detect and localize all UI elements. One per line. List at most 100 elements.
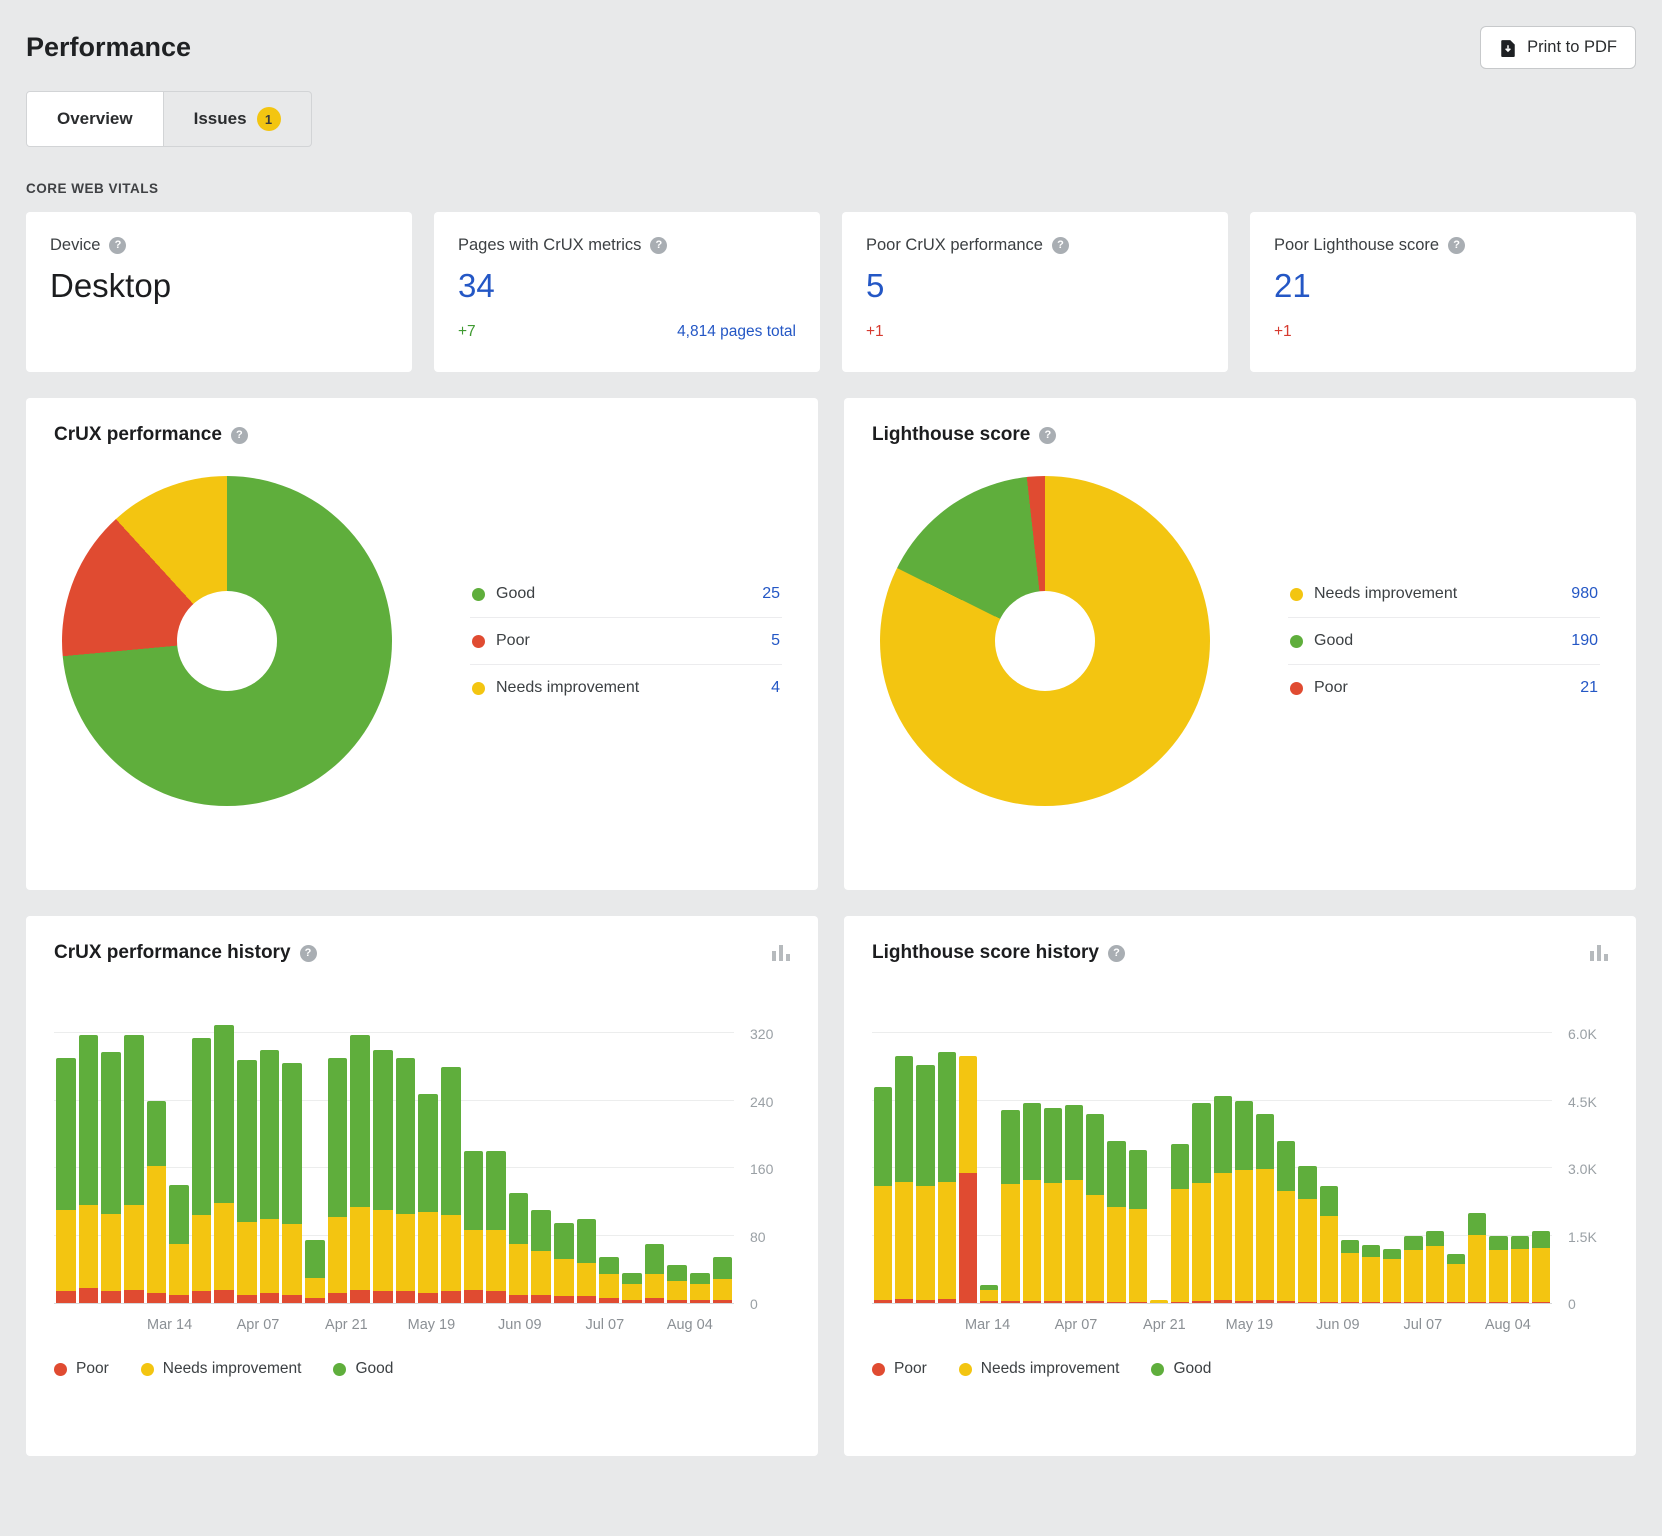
poor-crux-value: 5	[866, 267, 1204, 305]
x-axis-label: Jun 09	[1316, 1317, 1360, 1333]
legend-row-poor[interactable]: Poor 5	[470, 617, 782, 664]
bar-segment-poor	[305, 1298, 325, 1303]
poor-dot-icon	[472, 635, 485, 648]
help-icon[interactable]	[650, 237, 667, 254]
stacked-bar	[1277, 1141, 1295, 1303]
legend-item-poor[interactable]: Poor	[872, 1360, 927, 1378]
stacked-bar	[373, 1050, 393, 1303]
good-dot-icon	[333, 1363, 346, 1376]
y-axis-label: 6.0K	[1568, 1026, 1597, 1042]
legend-value[interactable]: 4	[771, 679, 780, 697]
help-icon[interactable]	[231, 427, 248, 444]
bar-segment-good	[916, 1065, 934, 1187]
x-axis-label: Mar 14	[147, 1317, 192, 1333]
bar-segment-poor	[1171, 1302, 1189, 1303]
legend-value[interactable]: 980	[1571, 585, 1598, 603]
bar-segment-good	[1086, 1114, 1104, 1195]
bar-chart-icon[interactable]	[772, 945, 790, 961]
tab-bar: Overview Issues 1	[26, 91, 312, 147]
pages-total-link[interactable]: 4,814 pages total	[677, 323, 796, 341]
panel-title: CrUX performance history	[54, 942, 291, 964]
legend-row-poor[interactable]: Poor 21	[1288, 664, 1600, 711]
legend-item-good[interactable]: Good	[333, 1360, 393, 1378]
y-axis-label: 4.5K	[1568, 1094, 1597, 1110]
bar-segment-poor	[237, 1295, 257, 1303]
poor-dot-icon	[1290, 682, 1303, 695]
bar-segment-needs_improvement	[874, 1186, 892, 1300]
bar-segment-needs_improvement	[1023, 1180, 1041, 1302]
bar-segment-poor	[1235, 1301, 1253, 1303]
bar-segment-good	[554, 1223, 574, 1259]
stacked-bar	[916, 1065, 934, 1303]
stacked-bar	[1044, 1108, 1062, 1303]
help-icon[interactable]	[1039, 427, 1056, 444]
crux-history-legend: Poor Needs improvement Good	[54, 1360, 790, 1378]
stacked-bar	[895, 1056, 913, 1303]
legend-row-needs-improvement[interactable]: Needs improvement 980	[1288, 571, 1600, 617]
legend-item-good[interactable]: Good	[1151, 1360, 1211, 1378]
bar-segment-poor	[509, 1295, 529, 1303]
stacked-bar	[441, 1067, 461, 1303]
stat-card-label: Pages with CrUX metrics	[458, 236, 641, 255]
stacked-bar	[1468, 1213, 1486, 1303]
legend-label: Good	[496, 585, 535, 603]
bar-segment-needs_improvement	[56, 1210, 76, 1291]
legend-item-poor[interactable]: Poor	[54, 1360, 109, 1378]
y-axis-label: 3.0K	[1568, 1161, 1597, 1177]
bar-segment-good	[690, 1273, 710, 1284]
bar-segment-good	[396, 1058, 416, 1213]
help-icon[interactable]	[1052, 237, 1069, 254]
good-dot-icon	[1151, 1363, 1164, 1376]
poor-lighthouse-value: 21	[1274, 267, 1612, 305]
bar-segment-good	[1383, 1249, 1401, 1259]
crux-donut-legend: Good 25 Poor 5 Needs improvement 4	[470, 571, 782, 711]
legend-value[interactable]: 5	[771, 632, 780, 650]
history-panels-row: CrUX performance history Mar 14 Apr 07 Apr…	[26, 916, 1636, 1456]
bar-segment-poor	[1404, 1302, 1422, 1303]
bar-segment-good	[1192, 1103, 1210, 1183]
bar-segment-poor	[1532, 1302, 1550, 1303]
stacked-bar	[1214, 1096, 1232, 1303]
tab-overview[interactable]: Overview	[27, 92, 163, 146]
print-to-pdf-button[interactable]: Print to PDF	[1480, 26, 1636, 69]
legend-row-needs-improvement[interactable]: Needs improvement 4	[470, 664, 782, 711]
legend-value[interactable]: 190	[1571, 632, 1598, 650]
legend-row-good[interactable]: Good 190	[1288, 617, 1600, 664]
help-icon[interactable]	[1448, 237, 1465, 254]
poor-dot-icon	[54, 1363, 67, 1376]
bar-segment-poor	[1214, 1300, 1232, 1303]
legend-item-needs-improvement[interactable]: Needs improvement	[959, 1360, 1120, 1378]
bar-segment-good	[1171, 1144, 1189, 1189]
stacked-bar	[1001, 1110, 1019, 1303]
bar-segment-good	[418, 1094, 438, 1212]
legend-row-good[interactable]: Good 25	[470, 571, 782, 617]
bar-segment-poor	[464, 1290, 484, 1304]
legend-item-needs-improvement[interactable]: Needs improvement	[141, 1360, 302, 1378]
stacked-bar	[1341, 1240, 1359, 1303]
bar-segment-needs_improvement	[916, 1186, 934, 1300]
bar-segment-poor	[1065, 1301, 1083, 1303]
help-icon[interactable]	[109, 237, 126, 254]
bar-chart-icon[interactable]	[1590, 945, 1608, 961]
bar-segment-needs_improvement	[1256, 1169, 1274, 1300]
stacked-bar	[1511, 1236, 1529, 1303]
help-icon[interactable]	[300, 945, 317, 962]
lighthouse-donut-legend: Needs improvement 980 Good 190 Poor 21	[1288, 571, 1600, 711]
bar-segment-good	[577, 1219, 597, 1263]
legend-value[interactable]: 21	[1580, 679, 1598, 697]
tab-issues[interactable]: Issues 1	[163, 92, 311, 146]
bar-segment-needs_improvement	[1150, 1300, 1168, 1303]
stacked-bar	[56, 1058, 76, 1303]
bar-segment-needs_improvement	[554, 1259, 574, 1296]
x-axis-label: Apr 21	[325, 1317, 368, 1333]
crux-performance-history-panel: CrUX performance history Mar 14Apr 07Apr…	[26, 916, 818, 1456]
stacked-bar	[1129, 1150, 1147, 1303]
stacked-bar	[509, 1193, 529, 1303]
x-axis-label: Apr 07	[1055, 1317, 1098, 1333]
help-icon[interactable]	[1108, 945, 1125, 962]
x-axis-label: Jun 09	[498, 1317, 542, 1333]
x-axis-label: Jul 07	[1403, 1317, 1442, 1333]
legend-value[interactable]: 25	[762, 585, 780, 603]
lighthouse-score-history-panel: Lighthouse score history Mar 14Apr 07Apr…	[844, 916, 1636, 1456]
stacked-bar	[1086, 1114, 1104, 1303]
